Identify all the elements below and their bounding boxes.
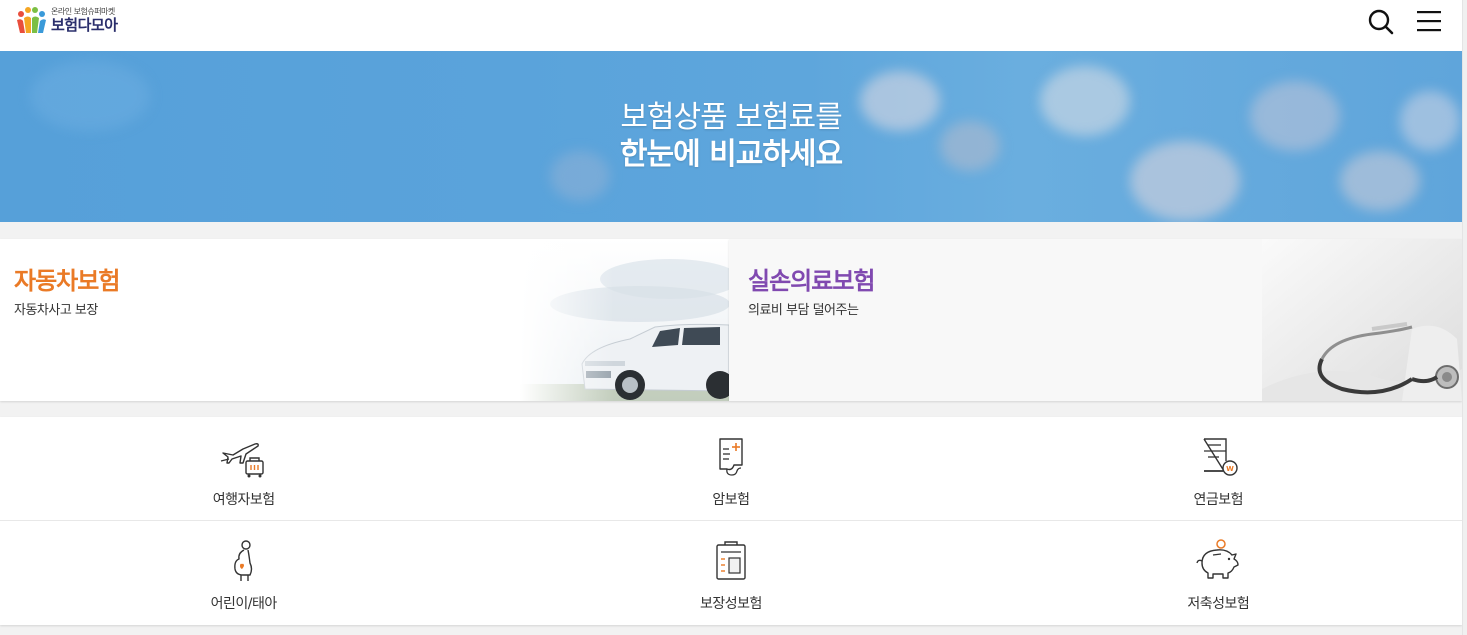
svg-text:W: W xyxy=(1226,465,1234,473)
category-label: 어린이/태아 xyxy=(210,596,278,612)
hero-banner: 보험상품 보험료를 한눈에 비교하세요 xyxy=(0,51,1462,222)
car-image xyxy=(520,239,729,401)
category-row: 여행자보험 암보험 W 연금보험 xyxy=(0,417,1462,521)
page: 온라인 보험슈퍼마켓 보험다모아 보험상품 보험료를 한눈에 비교하세요 자동차… xyxy=(0,0,1467,635)
logo-text: 온라인 보험슈퍼마켓 보험다모아 xyxy=(51,6,118,34)
category-pension[interactable]: W 연금보험 xyxy=(975,417,1462,520)
category-child[interactable]: 어린이/태아 xyxy=(0,521,487,625)
category-label: 여행자보험 xyxy=(212,492,275,508)
logo[interactable]: 온라인 보험슈퍼마켓 보험다모아 xyxy=(15,4,118,36)
medical-insurance-card[interactable]: 실손의료보험 의료비 부담 덜어주는 xyxy=(729,239,1462,401)
scrollbar[interactable] xyxy=(1462,0,1467,635)
category-label: 저축성보험 xyxy=(1187,596,1250,612)
auto-insurance-card[interactable]: 자동차보험 자동차사고 보장 xyxy=(0,239,729,401)
airplane-luggage-icon xyxy=(220,443,264,478)
category-cancer[interactable]: 암보험 xyxy=(487,417,974,520)
medical-document-icon xyxy=(719,438,743,476)
search-icon xyxy=(1368,9,1394,35)
hamburger-menu-icon xyxy=(1417,11,1441,32)
category-grid: 여행자보험 암보험 W 연금보험 어린이/태아 보장성보험 저축성보험 xyxy=(0,417,1462,625)
logo-subtitle: 온라인 보험슈퍼마켓 xyxy=(51,6,115,16)
banner-line-2: 한눈에 비교하세요 xyxy=(619,137,843,172)
category-travel[interactable]: 여행자보험 xyxy=(0,417,487,520)
category-savings[interactable]: 저축성보험 xyxy=(975,521,1462,625)
search-button[interactable] xyxy=(1367,8,1395,36)
category-label: 연금보험 xyxy=(1193,492,1244,508)
medical-insurance-desc: 의료비 부담 덜어주는 xyxy=(748,303,859,318)
auto-insurance-title: 자동차보험 xyxy=(14,267,120,295)
category-row: 어린이/태아 보장성보험 저축성보험 xyxy=(0,521,1462,625)
banner-line-1: 보험상품 보험료를 xyxy=(620,100,842,135)
auto-insurance-desc: 자동차사고 보장 xyxy=(14,303,98,318)
logo-people-icon xyxy=(17,7,46,33)
stethoscope-image xyxy=(1262,239,1462,401)
category-label: 암보험 xyxy=(712,492,750,508)
category-label: 보장성보험 xyxy=(700,596,762,612)
clipboard-icon xyxy=(716,541,746,580)
pension-document-icon: W xyxy=(1203,438,1239,476)
piggy-bank-icon xyxy=(1196,539,1240,579)
medical-insurance-title: 실손의료보험 xyxy=(748,267,875,295)
pregnant-woman-icon xyxy=(233,540,252,581)
logo-title: 보험다모아 xyxy=(51,15,118,34)
header: 온라인 보험슈퍼마켓 보험다모아 xyxy=(0,0,1462,51)
banner-headline: 보험상품 보험료를 한눈에 비교하세요 xyxy=(0,99,1462,173)
menu-button[interactable] xyxy=(1415,8,1443,36)
category-protection[interactable]: 보장성보험 xyxy=(487,521,974,625)
